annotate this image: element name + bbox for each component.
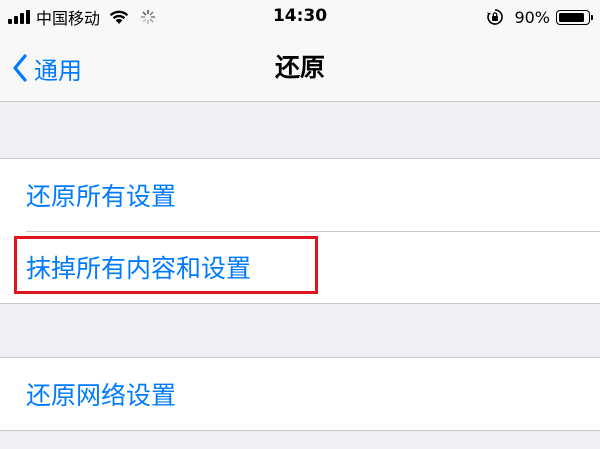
network-reset-group: 还原网络设置 bbox=[0, 357, 600, 431]
battery-icon bbox=[556, 9, 593, 25]
back-button-label: 通用 bbox=[34, 56, 82, 85]
reset-all-settings-row[interactable]: 还原所有设置 bbox=[0, 159, 600, 231]
reset-network-settings-row[interactable]: 还原网络设置 bbox=[0, 358, 600, 430]
highlight-annotation-box bbox=[14, 236, 318, 294]
status-right: 90% bbox=[486, 6, 593, 28]
back-button[interactable]: 通用 bbox=[12, 34, 82, 102]
chevron-left-icon bbox=[13, 54, 27, 82]
page-title: 还原 bbox=[274, 53, 325, 82]
battery-level-fill bbox=[559, 12, 584, 22]
rotation-lock-icon bbox=[487, 9, 504, 25]
navigation-bar: 通用 还原 bbox=[0, 34, 600, 102]
status-bar: 中国移动 14:30 90% bbox=[0, 0, 600, 34]
battery-percent: 90% bbox=[514, 7, 550, 27]
